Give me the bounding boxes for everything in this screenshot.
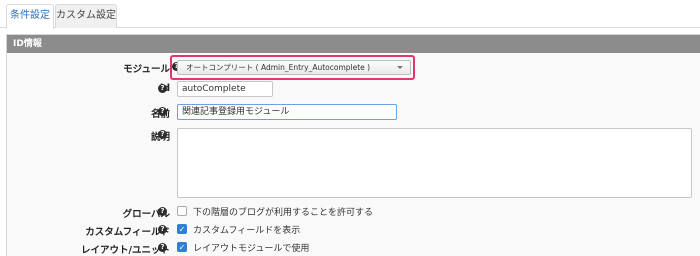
tab-custom-settings[interactable]: カスタム設定 xyxy=(55,4,117,28)
layout-unit-label: レイアウト/ユニット xyxy=(81,245,170,256)
description-help-icon[interactable]: ? xyxy=(158,130,167,139)
name-help-icon[interactable]: ? xyxy=(158,107,167,116)
module-label: モジュール xyxy=(123,64,170,75)
description-textarea[interactable] xyxy=(177,128,692,198)
panel-header: ID情報 xyxy=(7,35,700,53)
layout-unit-help-icon[interactable]: ? xyxy=(158,243,167,252)
chevron-down-icon xyxy=(397,66,403,69)
layout-unit-checkbox[interactable]: ✓ xyxy=(177,242,187,252)
custom-field-checkbox-label: カスタムフィールドを表示 xyxy=(193,226,301,236)
tab-bar: 条件設定 カスタム設定 xyxy=(0,0,700,29)
layout-unit-checkbox-label: レイアウトモジュールで使用 xyxy=(193,244,310,254)
name-input[interactable]: 関連記事登録用モジュール xyxy=(177,104,397,120)
id-help-icon[interactable]: ? xyxy=(158,84,167,93)
global-checkbox-label: 下の階層のブログが利用することを許可する xyxy=(193,208,374,218)
module-select[interactable]: オートコンプリート ( Admin_Entry_Autocomplete ) xyxy=(177,60,411,75)
id-input[interactable]: autoComplete xyxy=(177,81,273,97)
custom-field-checkbox[interactable]: ✓ xyxy=(177,224,187,234)
global-checkbox[interactable] xyxy=(177,206,187,216)
tab-condition-settings[interactable]: 条件設定 xyxy=(6,4,54,29)
global-help-icon[interactable]: ? xyxy=(158,207,167,216)
custom-field-help-icon[interactable]: ? xyxy=(158,225,167,234)
